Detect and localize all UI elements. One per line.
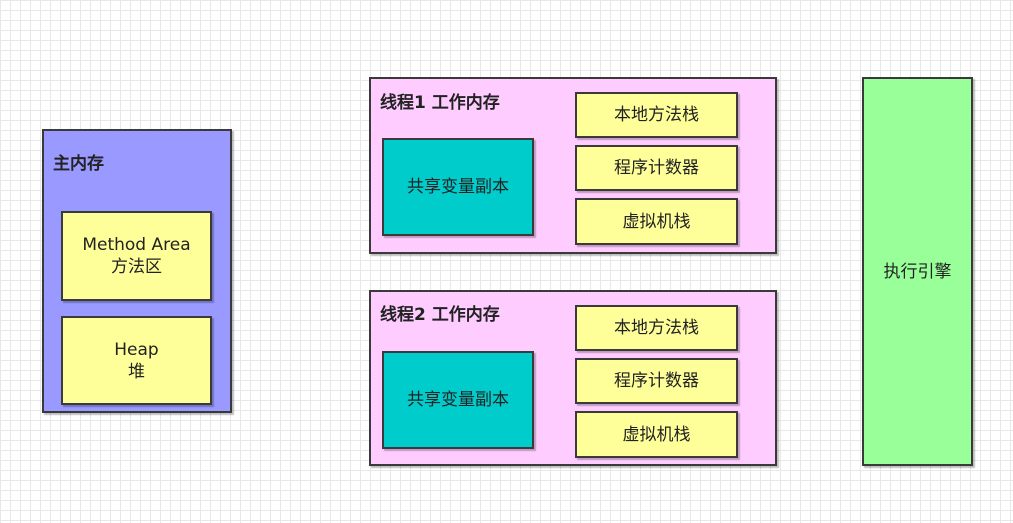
thread2-pc-register-label: 程序计数器	[614, 371, 699, 391]
thread1-shared-copy-box[interactable]: 共享变量副本	[382, 138, 534, 236]
thread2-shared-copy-label: 共享变量副本	[407, 390, 509, 410]
execution-engine-label: 执行引擎	[883, 261, 952, 282]
thread1-title: 线程1 工作内存	[380, 93, 500, 113]
thread1-native-stack-label: 本地方法栈	[614, 105, 699, 125]
thread1-native-stack-box[interactable]: 本地方法栈	[575, 92, 738, 138]
method-area-label: Method Area	[82, 235, 191, 255]
heap-label: Heap	[114, 339, 159, 360]
thread1-vm-stack-label: 虚拟机栈	[622, 211, 691, 232]
execution-engine-box[interactable]: 执行引擎	[862, 77, 973, 466]
thread1-shared-copy-label: 共享变量副本	[407, 177, 509, 197]
thread2-pc-register-box[interactable]: 程序计数器	[575, 358, 738, 404]
thread1-vm-stack-box[interactable]: 虚拟机栈	[575, 198, 738, 245]
thread2-native-stack-box[interactable]: 本地方法栈	[575, 305, 738, 351]
method-area-box[interactable]: Method Area 方法区	[61, 211, 212, 301]
thread1-pc-register-box[interactable]: 程序计数器	[575, 145, 738, 191]
method-area-label-cn: 方法区	[111, 257, 162, 277]
heap-box[interactable]: Heap 堆	[61, 316, 212, 405]
thread2-vm-stack-label: 虚拟机栈	[622, 424, 691, 445]
main-memory-title: 主内存	[53, 154, 104, 174]
thread2-title: 线程2 工作内存	[380, 305, 500, 325]
thread2-vm-stack-box[interactable]: 虚拟机栈	[575, 411, 738, 458]
heap-label-cn: 堆	[128, 361, 145, 382]
thread1-pc-register-label: 程序计数器	[614, 158, 699, 178]
thread2-shared-copy-box[interactable]: 共享变量副本	[382, 351, 534, 449]
thread2-native-stack-label: 本地方法栈	[614, 318, 699, 338]
